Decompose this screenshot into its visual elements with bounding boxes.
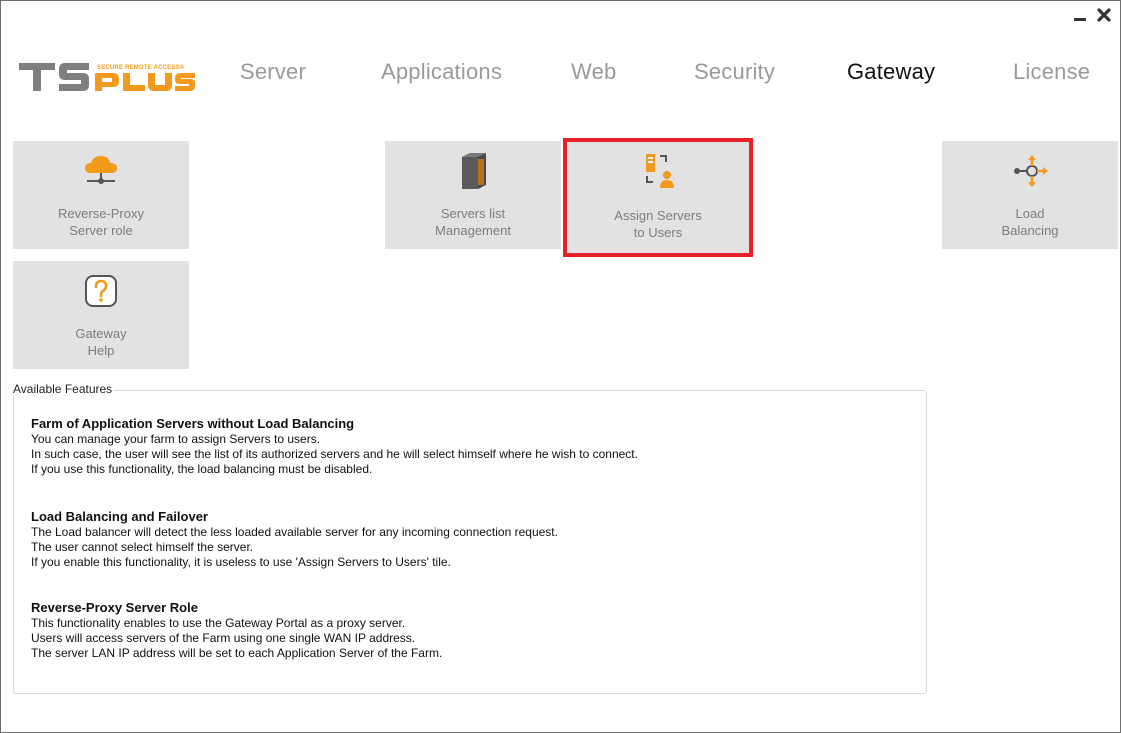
cloud-network-icon [13,151,189,191]
tsplus-logo: SECURE REMOTE ACCESS® [19,51,195,97]
feature-line: The user cannot select himself the serve… [31,540,254,554]
app-window: SECURE REMOTE ACCESS® Server Application… [0,0,1121,733]
feature-line: The Load balancer will detect the less l… [31,525,558,539]
tab-web[interactable]: Web [571,59,616,85]
feature-line: This functionality enables to use the Ga… [31,616,406,630]
minimize-icon [1074,18,1086,21]
feature-section-farm: Farm of Application Servers without Load… [31,416,638,477]
tsplus-logo-graphic: SECURE REMOTE ACCESS® [19,63,195,91]
feature-line: If you use this functionality, the load … [31,462,373,476]
tile-label: Gateway Help [75,326,127,358]
feature-section-load-balancing: Load Balancing and Failover The Load bal… [31,509,558,570]
feature-line: In such case, the user will see the list… [31,447,638,461]
close-icon [1097,8,1111,22]
tile-gateway-help[interactable]: Gateway Help [13,261,189,369]
feature-line: You can manage your farm to assign Serve… [31,432,321,446]
tab-server[interactable]: Server [240,59,306,85]
tile-label: Assign Servers to Users [614,208,702,240]
tab-license[interactable]: License [1013,59,1090,85]
feature-section-reverse-proxy: Reverse-Proxy Server Role This functiona… [31,600,442,661]
logo-tagline: SECURE REMOTE ACCESS® [97,64,185,71]
minimize-button[interactable] [1070,5,1090,25]
tab-applications[interactable]: Applications [381,59,502,85]
tile-assign-servers-to-users[interactable]: Assign Servers to Users [563,138,753,257]
load-balancing-icon [942,151,1118,191]
available-features-legend: Available Features [11,382,115,396]
feature-line: The server LAN IP address will be set to… [31,646,443,660]
tile-label: Reverse-Proxy Server role [58,206,144,238]
tile-label: Load Balancing [1001,206,1059,238]
feature-line: If you enable this functionality, it is … [31,555,451,569]
window-controls [1070,5,1114,25]
tab-security[interactable]: Security [694,59,775,85]
feature-line: Users will access servers of the Farm us… [31,631,416,645]
feature-title: Load Balancing and Failover [31,509,208,524]
tab-gateway[interactable]: Gateway [847,59,935,85]
tile-servers-list-management[interactable]: Servers list Management [385,141,561,249]
assign-server-user-icon [566,151,750,191]
tile-load-balancing[interactable]: Load Balancing [942,141,1118,249]
help-question-icon [13,271,189,311]
server-tower-icon [385,151,561,191]
tile-label: Servers list Management [435,206,511,238]
feature-title: Farm of Application Servers without Load… [31,416,355,431]
feature-title: Reverse-Proxy Server Role [31,600,198,615]
close-button[interactable] [1094,5,1114,25]
tile-reverse-proxy-server-role[interactable]: Reverse-Proxy Server role [13,141,189,249]
